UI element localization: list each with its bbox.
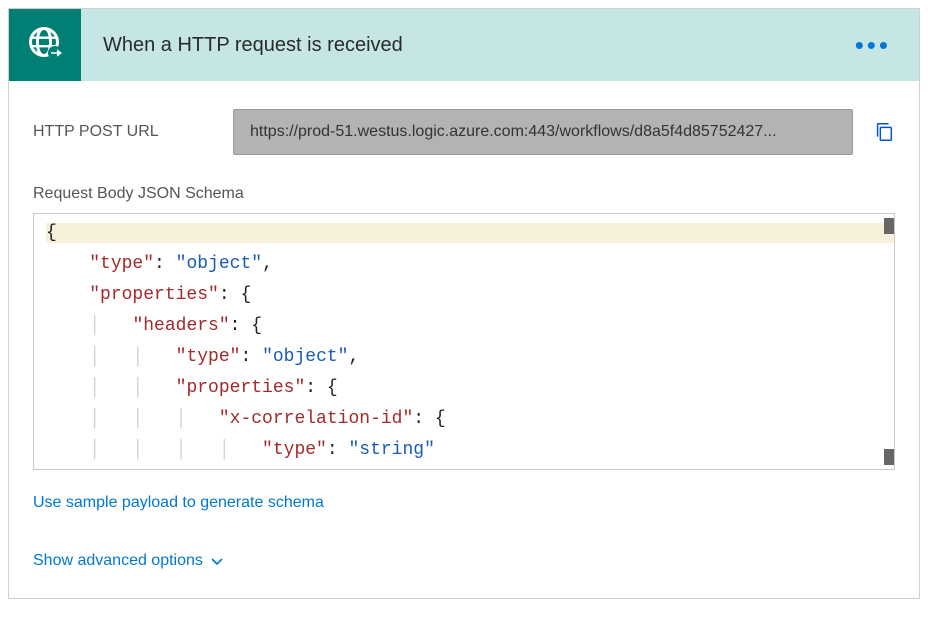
http-globe-icon (25, 23, 65, 68)
show-advanced-options-link[interactable]: Show advanced options (33, 552, 225, 570)
card-menu-button[interactable]: ••• (851, 35, 895, 55)
use-sample-payload-link[interactable]: Use sample payload to generate schema (33, 494, 324, 512)
link-label: Show advanced options (33, 552, 203, 570)
card-header: When a HTTP request is received ••• (9, 9, 919, 81)
url-label: HTTP POST URL (33, 123, 213, 141)
http-post-url-field[interactable]: https://prod-51.westus.logic.azure.com:4… (233, 109, 853, 155)
schema-label: Request Body JSON Schema (33, 185, 895, 203)
card-title: When a HTTP request is received (103, 34, 851, 57)
json-schema-content: { "type": "object", "properties": { │ "h… (34, 214, 894, 470)
connector-icon-box (9, 9, 81, 81)
chevron-down-icon (209, 553, 225, 569)
link-label: Use sample payload to generate schema (33, 494, 324, 512)
card-body: HTTP POST URL https://prod-51.westus.log… (9, 81, 919, 598)
url-row: HTTP POST URL https://prod-51.westus.log… (33, 81, 895, 155)
copy-icon[interactable] (873, 121, 895, 143)
scrollbar[interactable] (884, 218, 894, 234)
http-trigger-card: When a HTTP request is received ••• HTTP… (8, 8, 920, 599)
scrollbar[interactable] (884, 449, 894, 465)
json-schema-editor[interactable]: { "type": "object", "properties": { │ "h… (33, 213, 895, 470)
